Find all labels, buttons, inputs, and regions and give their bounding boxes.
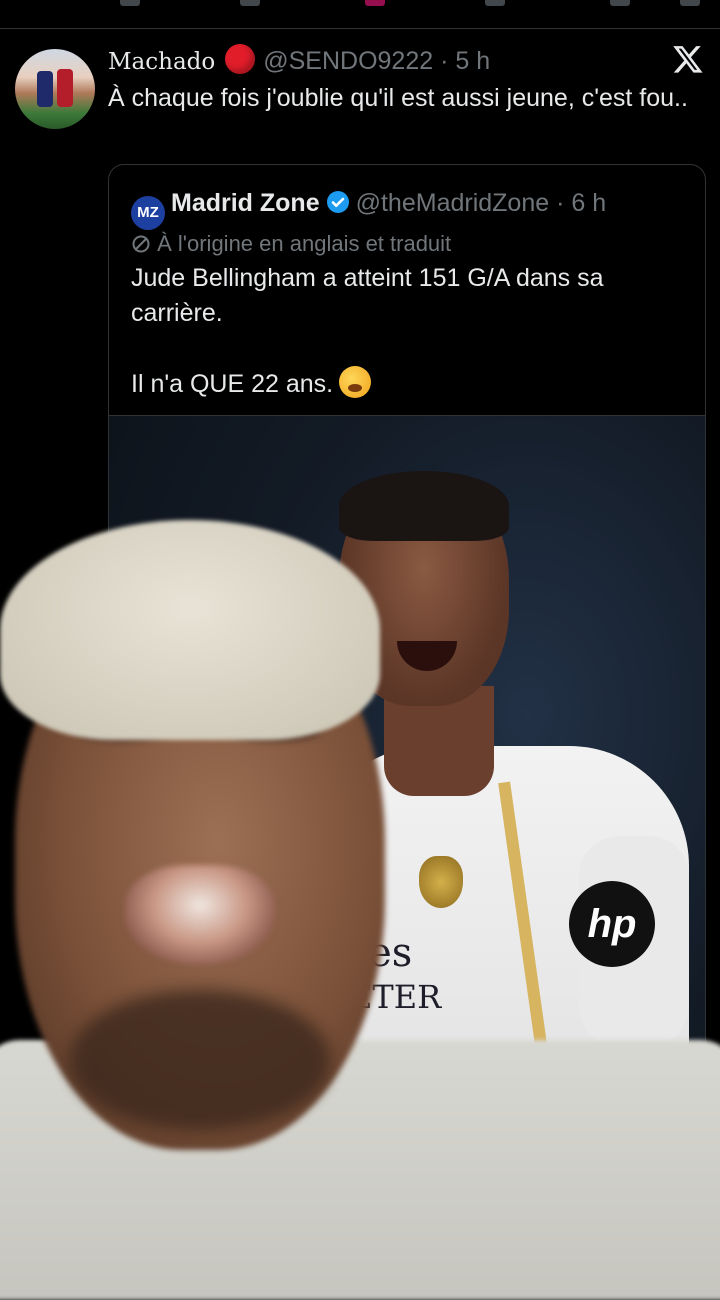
translation-note[interactable]: À l'origine en anglais et traduit <box>131 231 451 257</box>
display-name[interactable]: Machado <box>108 49 215 75</box>
translate-icon <box>132 235 150 253</box>
quoted-text: Jude Bellingham a atteint 151 G/A dans s… <box>131 261 691 402</box>
quoted-display-name[interactable]: Madrid Zone <box>171 189 320 217</box>
quoted-handle[interactable]: @theMadridZone <box>356 189 550 217</box>
views-icon[interactable] <box>485 0 505 6</box>
madrid-zone-logo-icon: MZ <box>131 196 165 230</box>
translation-label: À l'origine en anglais et traduit <box>157 231 452 256</box>
quoted-separator: · <box>556 189 565 217</box>
quoted-header: MZ Madrid Zone @theMadridZone · 6 h <box>131 189 606 230</box>
separator: · <box>440 47 449 75</box>
bookmark-icon[interactable] <box>610 0 630 6</box>
exploding-head-emoji-icon <box>339 366 372 398</box>
share-icon[interactable] <box>680 0 700 6</box>
reply-icon[interactable] <box>120 0 140 6</box>
quoted-timestamp[interactable]: 6 h <box>571 189 606 217</box>
retweet-icon[interactable] <box>240 0 260 6</box>
live-dot-icon <box>225 44 256 74</box>
verified-badge-icon <box>326 191 349 213</box>
quoted-text-line2: Il n'a QUE 22 ans. <box>131 370 334 398</box>
avatar[interactable] <box>15 49 95 129</box>
x-logo-icon[interactable] <box>672 43 704 75</box>
timestamp[interactable]: 5 h <box>455 47 490 75</box>
handle[interactable]: @SENDO9222 <box>263 47 433 75</box>
top-action-bar <box>0 0 720 29</box>
tweet-text: À chaque fois j'oublie qu'il est aussi j… <box>108 84 688 112</box>
tweet-header: Machado @SENDO9222 · 5 h <box>108 44 490 76</box>
like-icon[interactable] <box>365 0 385 6</box>
reaction-face-overlay <box>0 520 720 1300</box>
quoted-text-line1: Jude Bellingham a atteint 151 G/A dans s… <box>131 264 604 327</box>
